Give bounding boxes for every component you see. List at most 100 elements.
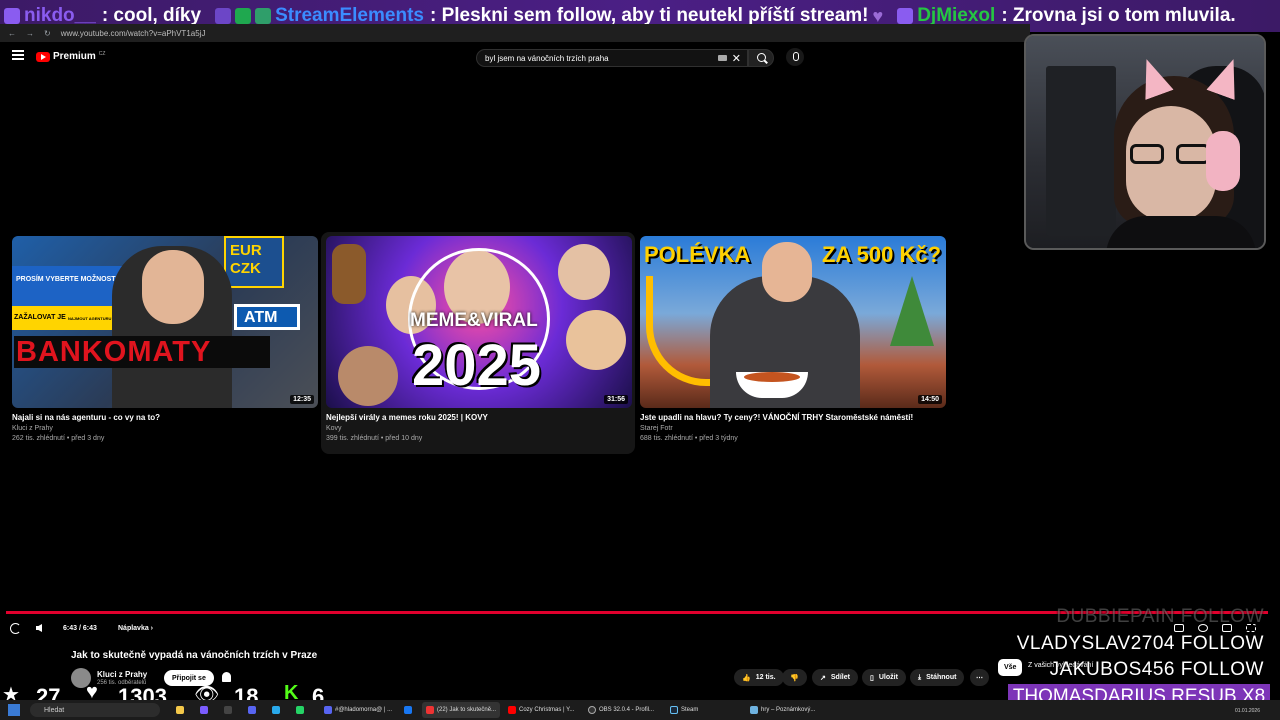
video-meta: 262 tis. zhlédnutí • před 3 dny (12, 435, 105, 442)
thumb-text: ZAŽALOVAT JE (14, 314, 66, 321)
check-badge-icon (235, 8, 252, 24)
thumb-face (338, 346, 398, 406)
thumb-text: NAJMOUT AGENTURU (68, 316, 112, 321)
messenger-icon[interactable] (404, 706, 412, 714)
chapter-button[interactable]: Náplavka › (118, 625, 153, 632)
discord-icon (324, 706, 332, 714)
video-title[interactable]: Najali si na nás agenturu - co vy na to? (12, 413, 318, 422)
follow-alert: VLADYSLAV2704 FOLLOW (1016, 633, 1264, 654)
browser-icon (426, 706, 434, 714)
telegram-icon[interactable] (272, 706, 280, 714)
youtube-icon (508, 706, 516, 714)
forward-icon[interactable]: → (26, 29, 34, 38)
download-icon: ⤓ (918, 673, 922, 681)
search-input[interactable]: byl jsem na vánočních trzích praha ✕ (476, 49, 748, 67)
thumb-text: MEME&VIRAL (410, 310, 538, 331)
thumb-text: ATM (244, 309, 278, 326)
channel-name[interactable]: Kluci z Prahy (12, 425, 318, 432)
video-thumbnail[interactable]: PROSÍM VYBERTE MOŽNOST ZAŽALOVAT JE NAJM… (12, 236, 318, 408)
bookmark-icon: ▯ (870, 674, 874, 682)
youtube-header: Premium CZ byl jsem na vánočních trzích … (0, 44, 1030, 70)
time-display: 6:43 / 6:43 (63, 625, 97, 632)
start-icon[interactable] (8, 704, 20, 716)
notepad-icon (750, 706, 758, 714)
channel-name[interactable]: Starej Fotr (640, 425, 946, 432)
webcam-shelf (1046, 66, 1116, 236)
video-title[interactable]: Jste upadli na hlavu? Ty ceny?! VÁNOČNÍ … (640, 413, 946, 422)
thumb-down-icon: 👎 (790, 674, 799, 682)
app-icon[interactable] (248, 706, 256, 714)
keyboard-icon[interactable] (718, 55, 727, 61)
taskbar-item-label: OBS 32.0.4 - Profil... (599, 707, 655, 713)
bot-badge-icon (255, 8, 272, 24)
taskbar-item-label: hry – Poznámkový... (761, 707, 816, 713)
taskbar: Hledat #@hladomorna@ | ... (22) Jak to s… (0, 700, 1280, 720)
voice-search-button[interactable] (786, 48, 804, 66)
bell-icon[interactable] (222, 672, 231, 682)
thumb-text: ZA 500 Kč? (822, 242, 942, 267)
video-title[interactable]: Nejlepší virály a memes roku 2025! | KOV… (326, 413, 632, 422)
thumb-face (558, 244, 610, 300)
explorer-icon[interactable] (176, 706, 184, 714)
back-icon[interactable]: ← (8, 29, 16, 38)
chip-all[interactable]: Vše (998, 659, 1023, 676)
search-value: byl jsem na vánočních trzích praha (485, 53, 609, 63)
address-bar[interactable]: www.youtube.com/watch?v=aPhVT1a5jJ (61, 29, 206, 38)
share-label: Sdílet (830, 674, 850, 681)
video-thumbnail[interactable]: POLÉVKA ZA 500 Kč? 14:50 (640, 236, 946, 408)
download-button[interactable]: ⤓ Stáhnout (910, 669, 965, 686)
channel-name[interactable]: Kovy (326, 425, 632, 432)
youtube-logo[interactable]: Premium CZ (36, 51, 105, 62)
clear-search-icon[interactable]: ✕ (732, 52, 741, 65)
taskbar-item[interactable]: (22) Jak to skutečně... (422, 702, 501, 718)
thumb-face (332, 244, 366, 304)
taskbar-item[interactable]: #@hladomorna@ | ... (320, 702, 396, 718)
thumb-text: EUR (230, 242, 262, 259)
dislike-button[interactable]: 👎 (782, 669, 807, 686)
video-card[interactable]: PROSÍM VYBERTE MOŽNOST ZAŽALOVAT JE NAJM… (12, 236, 318, 442)
share-icon: ↗ (820, 674, 826, 682)
watch-video-title: Jak to skutečně vypadá na vánočních trzí… (71, 650, 318, 661)
steam-icon (670, 706, 678, 714)
thumb-text: BANKOMATY (16, 336, 212, 368)
video-thumbnail[interactable]: MEME&VIRAL 2025 31:56 (326, 236, 632, 408)
more-actions-button[interactable]: ⋯ (970, 669, 989, 686)
youtube-play-icon (36, 51, 50, 62)
app-icon[interactable] (224, 706, 232, 714)
taskbar-item-label: (22) Jak to skutečně... (437, 707, 497, 713)
video-card[interactable]: POLÉVKA ZA 500 Kč? 14:50 Jste upadli na … (640, 236, 946, 442)
app-icon[interactable] (200, 706, 208, 714)
thumb-soup (744, 372, 800, 382)
headphones (1206, 131, 1240, 191)
taskbar-date: 01.01.2026 (1234, 708, 1260, 714)
browser-toolbar: ← → ↻ www.youtube.com/watch?v=aPhVT1a5jJ (0, 24, 1030, 42)
save-label: Uložit (878, 674, 898, 681)
share-button[interactable]: ↗ Sdílet (812, 669, 858, 686)
search-button[interactable] (748, 49, 774, 67)
thumb-text: POLÉVKA (644, 242, 751, 267)
taskbar-item[interactable]: Cozy Christmas | Y... (504, 702, 578, 718)
save-button[interactable]: ▯ Uložit (862, 669, 906, 686)
taskbar-item[interactable]: OBS 32.0.4 - Profil... (584, 702, 658, 718)
whatsapp-icon[interactable] (296, 706, 304, 714)
ticker-text: : Zrovna jsi o tom mluvila. (1001, 5, 1236, 26)
taskbar-item-label: Steam (681, 707, 699, 713)
hamburger-menu-icon[interactable] (12, 50, 24, 60)
player-controls: 6:43 / 6:43 Náplavka › (0, 620, 600, 638)
video-card[interactable]: MEME&VIRAL 2025 31:56 Nejlepší virály a … (326, 236, 632, 442)
video-meta: 688 tis. zhlédnutí • před 3 týdny (640, 435, 738, 442)
volume-icon[interactable] (36, 624, 42, 632)
taskbar-search[interactable]: Hledat (30, 703, 160, 717)
watch-channel-name[interactable]: Kluci z Prahy (97, 670, 147, 679)
logo-region: CZ (98, 50, 106, 57)
taskbar-item[interactable]: hry – Poznámkový... (746, 702, 819, 718)
taskbar-item-label: Cozy Christmas | Y... (519, 707, 575, 713)
duration-badge: 31:56 (604, 395, 628, 404)
reload-icon[interactable]: ↻ (44, 29, 51, 38)
like-count: 12 tis. (755, 674, 776, 681)
taskbar-item[interactable]: Steam (666, 702, 702, 718)
replay-icon[interactable] (10, 623, 21, 634)
obs-icon (588, 706, 596, 714)
like-button[interactable]: 👍 12 tis. (734, 669, 784, 686)
duration-badge: 12:35 (290, 395, 314, 404)
